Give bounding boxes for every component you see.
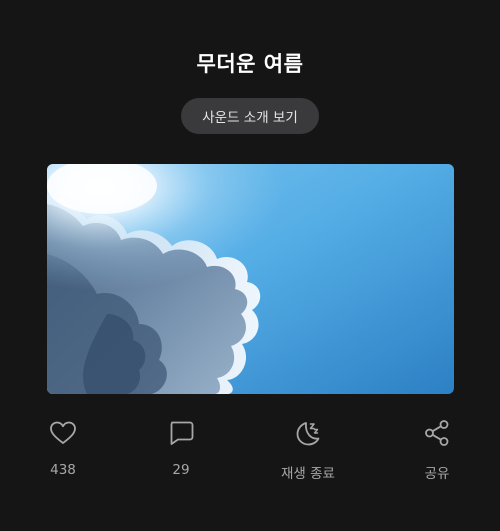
- page-title: 무더운 여름: [196, 52, 304, 76]
- moon-zz-icon[interactable]: [293, 418, 323, 448]
- comment-action[interactable]: 29: [136, 418, 226, 482]
- share-icon[interactable]: [422, 418, 452, 448]
- share-action[interactable]: 공유: [392, 418, 482, 482]
- speech-bubble-icon[interactable]: [166, 418, 196, 448]
- sleep-timer-label: 재생 종료: [281, 466, 335, 482]
- like-count: 438: [50, 462, 76, 478]
- sound-intro-button[interactable]: 사운드 소개 보기: [181, 98, 319, 134]
- heart-icon[interactable]: [48, 418, 78, 448]
- comment-count: 29: [172, 462, 190, 478]
- sleep-timer-action[interactable]: 재생 종료: [263, 418, 353, 482]
- like-action[interactable]: 438: [18, 418, 108, 482]
- sound-artwork-image: [47, 164, 454, 394]
- share-label: 공유: [424, 466, 450, 482]
- sound-detail-screen: 무더운 여름 사운드 소개 보기 438 29 재생 종료 공유: [0, 0, 500, 531]
